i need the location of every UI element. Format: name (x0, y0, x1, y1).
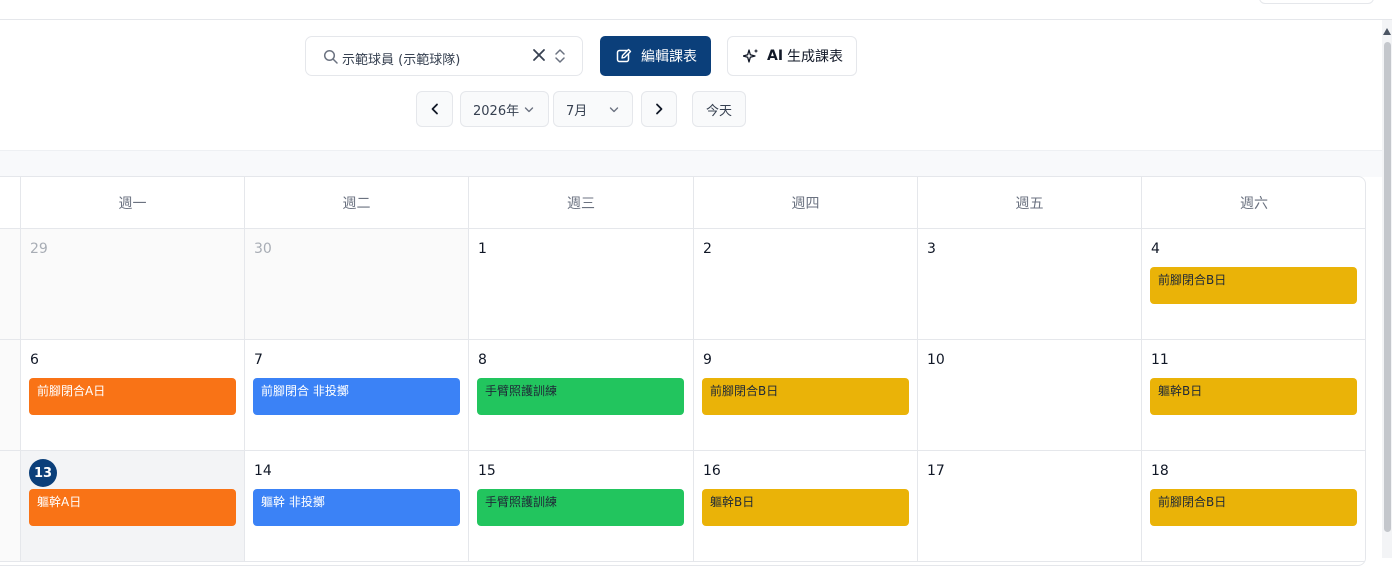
day-cell[interactable]: 14 軀幹 非投擲 (245, 451, 469, 562)
prev-month-button[interactable] (416, 91, 453, 127)
calendar-toolbar: 示範球員 (示範球隊) 編輯課表 AI 生成課表 2026年 7月 今天 (0, 20, 1382, 151)
day-number: 15 (478, 463, 496, 479)
schedule-event[interactable]: 前腳閉合B日 (702, 378, 909, 415)
day-number: 30 (254, 241, 272, 257)
day-number: 11 (1151, 352, 1169, 368)
chevron-up-down-icon[interactable] (554, 47, 566, 65)
day-cell[interactable]: 6 前腳閉合A日 (21, 340, 245, 451)
day-cell[interactable]: 30 (245, 229, 469, 340)
day-number: 17 (927, 463, 945, 479)
schedule-event[interactable]: 手臂照護訓練 (477, 378, 684, 415)
top-right-control[interactable] (1259, 0, 1374, 4)
day-cell[interactable]: 13 軀幹A日 (21, 451, 245, 562)
schedule-event[interactable]: 前腳閉合 非投擲 (253, 378, 460, 415)
ai-generate-button[interactable]: AI 生成課表 (727, 36, 857, 76)
day-number: 9 (703, 352, 712, 368)
chevron-left-icon (431, 103, 438, 115)
day-cell[interactable]: 11 軀幹B日 (1142, 340, 1365, 451)
weekday-header: 週二 (245, 177, 469, 229)
day-cell[interactable]: 10 (918, 340, 1142, 451)
day-number: 4 (1151, 241, 1160, 257)
month-select[interactable]: 7月 (553, 91, 633, 127)
day-cell[interactable]: 1 (469, 229, 694, 340)
weekday-header: 週五 (918, 177, 1142, 229)
edit-schedule-button[interactable]: 編輯課表 (600, 36, 711, 76)
schedule-event[interactable]: 軀幹A日 (29, 489, 236, 526)
schedule-event[interactable]: 軀幹 非投擲 (253, 489, 460, 526)
schedule-event[interactable]: 軀幹B日 (1150, 378, 1357, 415)
year-select-value: 2026年 (473, 103, 520, 119)
day-cell-partial[interactable] (0, 229, 21, 340)
schedule-event[interactable]: 前腳閉合A日 (29, 378, 236, 415)
today-label: 今天 (705, 103, 732, 119)
schedule-event[interactable]: 前腳閉合B日 (1150, 267, 1357, 304)
day-cell[interactable]: 7 前腳閉合 非投擲 (245, 340, 469, 451)
day-cell[interactable]: 3 (918, 229, 1142, 340)
chevron-right-icon (656, 103, 663, 115)
edit-icon (616, 48, 632, 63)
schedule-event[interactable]: 手臂照護訓練 (477, 489, 684, 526)
today-button[interactable]: 今天 (692, 91, 746, 127)
scrollbar[interactable] (1382, 20, 1392, 558)
day-cell[interactable]: 16 軀幹B日 (694, 451, 918, 562)
day-number: 6 (30, 352, 39, 368)
day-number: 7 (254, 352, 263, 368)
day-cell[interactable]: 29 (21, 229, 245, 340)
close-icon[interactable] (532, 48, 546, 62)
ai-prefix: AI (767, 48, 784, 64)
edit-schedule-label: 編輯課表 (641, 49, 697, 65)
schedule-event[interactable]: 前腳閉合B日 (1150, 489, 1357, 526)
schedule-event[interactable]: 軀幹B日 (702, 489, 909, 526)
scrollbar-thumb[interactable] (1384, 42, 1391, 532)
day-cell[interactable]: 15 手臂照護訓練 (469, 451, 694, 562)
today-date-badge: 13 (29, 459, 57, 487)
content-divider (0, 151, 1382, 177)
top-strip (0, 0, 1392, 20)
weekday-header: 週六 (1142, 177, 1365, 229)
day-number: 2 (703, 241, 712, 257)
weekday-header: 週一 (21, 177, 245, 229)
scroll-up-icon[interactable] (1383, 28, 1391, 35)
search-icon (323, 49, 338, 64)
weekday-header: 週四 (694, 177, 918, 229)
day-number: 10 (927, 352, 945, 368)
weekday-header: 週三 (469, 177, 694, 229)
next-month-button[interactable] (641, 91, 677, 127)
day-cell-partial[interactable] (0, 340, 21, 451)
day-cell[interactable]: 9 前腳閉合B日 (694, 340, 918, 451)
day-cell[interactable]: 18 前腳閉合B日 (1142, 451, 1365, 562)
day-number: 14 (254, 463, 272, 479)
year-select[interactable]: 2026年 (460, 91, 549, 127)
day-number: 8 (478, 352, 487, 368)
day-number: 1 (478, 241, 487, 257)
weekday-header-partial (0, 177, 21, 229)
day-number: 16 (703, 463, 721, 479)
day-cell[interactable]: 8 手臂照護訓練 (469, 340, 694, 451)
day-cell[interactable]: 4 前腳閉合B日 (1142, 229, 1365, 340)
player-select-value: 示範球員 (示範球隊) (342, 53, 461, 68)
day-number: 29 (30, 241, 48, 257)
ai-generate-label: 生成課表 (787, 49, 844, 65)
month-calendar-grid: 週一 週二 週三 週四 週五 週六 29 30 1 2 3 4 前腳閉合B日 6 前腳閉合A日 7 前腳閉合 非… (0, 176, 1366, 566)
day-cell[interactable]: 17 (918, 451, 1142, 562)
chevron-down-icon (524, 107, 534, 113)
day-number: 18 (1151, 463, 1169, 479)
sparkles-icon (743, 48, 759, 63)
day-cell-partial[interactable] (0, 451, 21, 562)
day-cell[interactable]: 2 (694, 229, 918, 340)
day-number: 3 (927, 241, 936, 257)
month-select-value: 7月 (566, 103, 588, 119)
chevron-down-icon (609, 107, 619, 113)
player-select[interactable]: 示範球員 (示範球隊) (305, 36, 583, 76)
